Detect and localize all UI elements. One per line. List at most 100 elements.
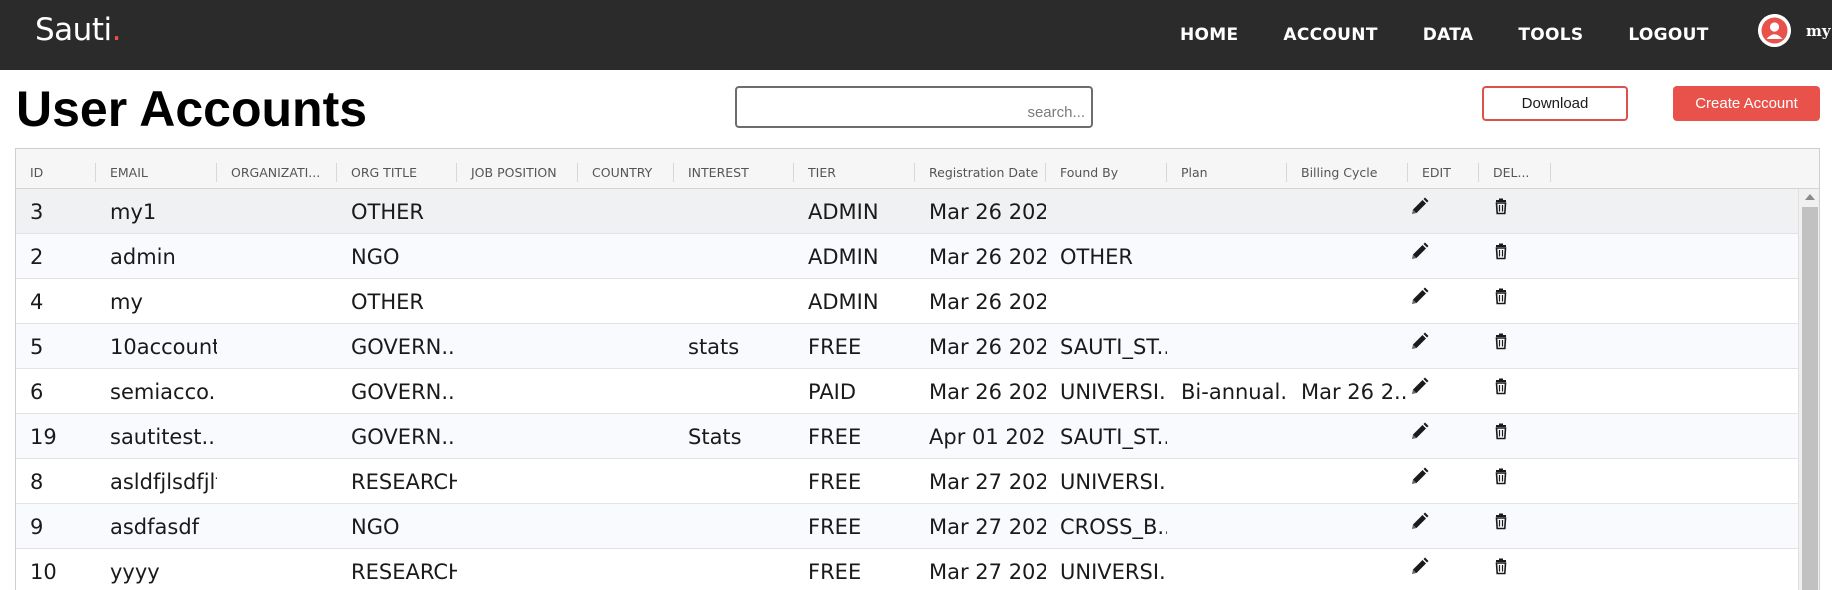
cell-email: semiacco... [110, 380, 217, 404]
cell-tier: ADMIN [808, 290, 879, 314]
cell-registration-date: Mar 26 2020 [929, 290, 1046, 314]
cell-billing-cycle [1287, 459, 1408, 504]
page-title: User Accounts [16, 81, 368, 137]
scrollbar-thumb[interactable] [1802, 207, 1818, 590]
column-header-id[interactable]: ID [16, 156, 96, 189]
cell-interest: Stats [688, 425, 742, 449]
cell-found-by: UNIVERSI... [1060, 560, 1167, 584]
vertical-scrollbar[interactable] [1798, 189, 1819, 590]
cell-found-by [1046, 279, 1167, 324]
cell-found-by [1046, 189, 1167, 234]
trash-icon[interactable] [1490, 331, 1512, 353]
search-input[interactable] [735, 86, 1093, 128]
cell-billing-cycle [1287, 234, 1408, 279]
pencil-icon[interactable] [1408, 241, 1430, 263]
trash-icon[interactable] [1490, 511, 1512, 533]
trash-icon[interactable] [1490, 466, 1512, 488]
column-header-plan[interactable]: Plan [1167, 156, 1287, 189]
column-header-country[interactable]: COUNTRY [578, 156, 674, 189]
column-header-found-by[interactable]: Found By [1046, 156, 1167, 189]
trash-icon[interactable] [1490, 196, 1512, 218]
trash-icon[interactable] [1490, 241, 1512, 263]
pencil-icon[interactable] [1408, 196, 1430, 218]
cell-email: admin [110, 245, 176, 269]
nav-link-account[interactable]: ACCOUNT [1283, 25, 1377, 45]
cell-org-title: GOVERN... [351, 335, 457, 359]
table-row[interactable]: 6 semiacco... GOVERN... PAID Mar 26 2020 UNIV… [16, 369, 1798, 414]
cell-plan: Bi-annual... [1181, 380, 1287, 404]
pencil-icon[interactable] [1408, 421, 1430, 443]
cell-country [578, 459, 674, 504]
user-name[interactable]: my [1806, 22, 1831, 40]
cell-email: asldfjlsdfjlf [110, 470, 217, 494]
cell-country [578, 414, 674, 459]
cell-plan [1167, 234, 1287, 279]
cell-plan [1167, 459, 1287, 504]
column-header-job-position[interactable]: JOB POSITION [457, 156, 578, 189]
cell-country [578, 279, 674, 324]
cell-org-title: RESEARCH [351, 560, 457, 584]
trash-icon[interactable] [1490, 286, 1512, 308]
pencil-icon[interactable] [1408, 466, 1430, 488]
cell-billing-cycle [1287, 414, 1408, 459]
trash-icon[interactable] [1490, 556, 1512, 578]
cell-email: asdfasdf [110, 515, 200, 539]
nav-links: HOME ACCOUNT DATA TOOLS LOGOUT [1180, 0, 1754, 70]
pencil-icon[interactable] [1408, 286, 1430, 308]
cell-job-position [457, 189, 578, 234]
scroll-up-arrow-icon[interactable] [1805, 194, 1815, 200]
table-row[interactable]: 5 10account GOVERN... stats FREE Mar 26 2020 S… [16, 324, 1798, 369]
cell-org-title: NGO [351, 515, 400, 539]
nav-link-logout[interactable]: LOGOUT [1628, 25, 1708, 45]
cell-email: sautitest... [110, 425, 217, 449]
pencil-icon[interactable] [1408, 376, 1430, 398]
cell-organization [217, 459, 337, 504]
cell-registration-date: Mar 26 2020 [929, 335, 1046, 359]
cell-job-position [457, 324, 578, 369]
download-button[interactable]: Download [1482, 86, 1628, 121]
column-header-registration-date[interactable]: Registration Date [915, 156, 1046, 189]
cell-country [578, 504, 674, 549]
table-row[interactable]: 3 my1 OTHER ADMIN Mar 26 2020 [16, 189, 1798, 234]
cell-organization [217, 324, 337, 369]
logo[interactable]: Sauti. [35, 12, 121, 48]
table-row[interactable]: 4 my OTHER ADMIN Mar 26 2020 [16, 279, 1798, 324]
cell-country [578, 369, 674, 414]
cell-country [578, 324, 674, 369]
cell-id: 8 [30, 470, 44, 494]
cell-org-title: NGO [351, 245, 400, 269]
column-header-email[interactable]: EMAIL [96, 156, 217, 189]
column-header-billing-cycle[interactable]: Billing Cycle [1287, 156, 1408, 189]
column-header-delete[interactable]: DEL... [1479, 156, 1551, 189]
cell-billing-cycle [1287, 324, 1408, 369]
table-row[interactable]: 8 asldfjlsdfjlf RESEARCH FREE Mar 27 2020 UNI… [16, 459, 1798, 504]
user-accounts-table: ID EMAIL ORGANIZATI... ORG TITLE JOB POS… [15, 148, 1820, 590]
pencil-icon[interactable] [1408, 331, 1430, 353]
column-header-organization[interactable]: ORGANIZATI... [217, 156, 337, 189]
trash-icon[interactable] [1490, 376, 1512, 398]
column-header-org-title[interactable]: ORG TITLE [337, 156, 457, 189]
nav-link-tools[interactable]: TOOLS [1518, 25, 1583, 45]
user-avatar-icon[interactable] [1758, 14, 1791, 47]
create-account-button[interactable]: Create Account [1673, 86, 1820, 121]
cell-billing-cycle [1287, 279, 1408, 324]
cell-plan [1167, 279, 1287, 324]
cell-billing-cycle [1287, 504, 1408, 549]
pencil-icon[interactable] [1408, 556, 1430, 578]
table-row[interactable]: 9 asdfasdf NGO FREE Mar 27 2020 CROSS_B... [16, 504, 1798, 549]
nav-link-home[interactable]: HOME [1180, 25, 1238, 45]
trash-icon[interactable] [1490, 421, 1512, 443]
pencil-icon[interactable] [1408, 511, 1430, 533]
nav-link-data[interactable]: DATA [1423, 25, 1474, 45]
cell-registration-date: Mar 26 2020 [929, 380, 1046, 404]
cell-tier: FREE [808, 560, 862, 584]
column-header-interest[interactable]: INTEREST [674, 156, 794, 189]
cell-registration-date: Mar 26 2020 [929, 245, 1046, 269]
table-row[interactable]: 10 yyyy RESEARCH FREE Mar 27 2020 UNIVERSI... [16, 549, 1798, 590]
cell-email: 10account [110, 335, 217, 359]
column-header-tier[interactable]: TIER [794, 156, 915, 189]
table-row[interactable]: 2 admin NGO ADMIN Mar 26 2020 OTHER [16, 234, 1798, 279]
cell-country [578, 234, 674, 279]
table-row[interactable]: 19 sautitest... GOVERN... Stats FREE Apr 01 2… [16, 414, 1798, 459]
column-header-edit[interactable]: EDIT [1408, 156, 1479, 189]
